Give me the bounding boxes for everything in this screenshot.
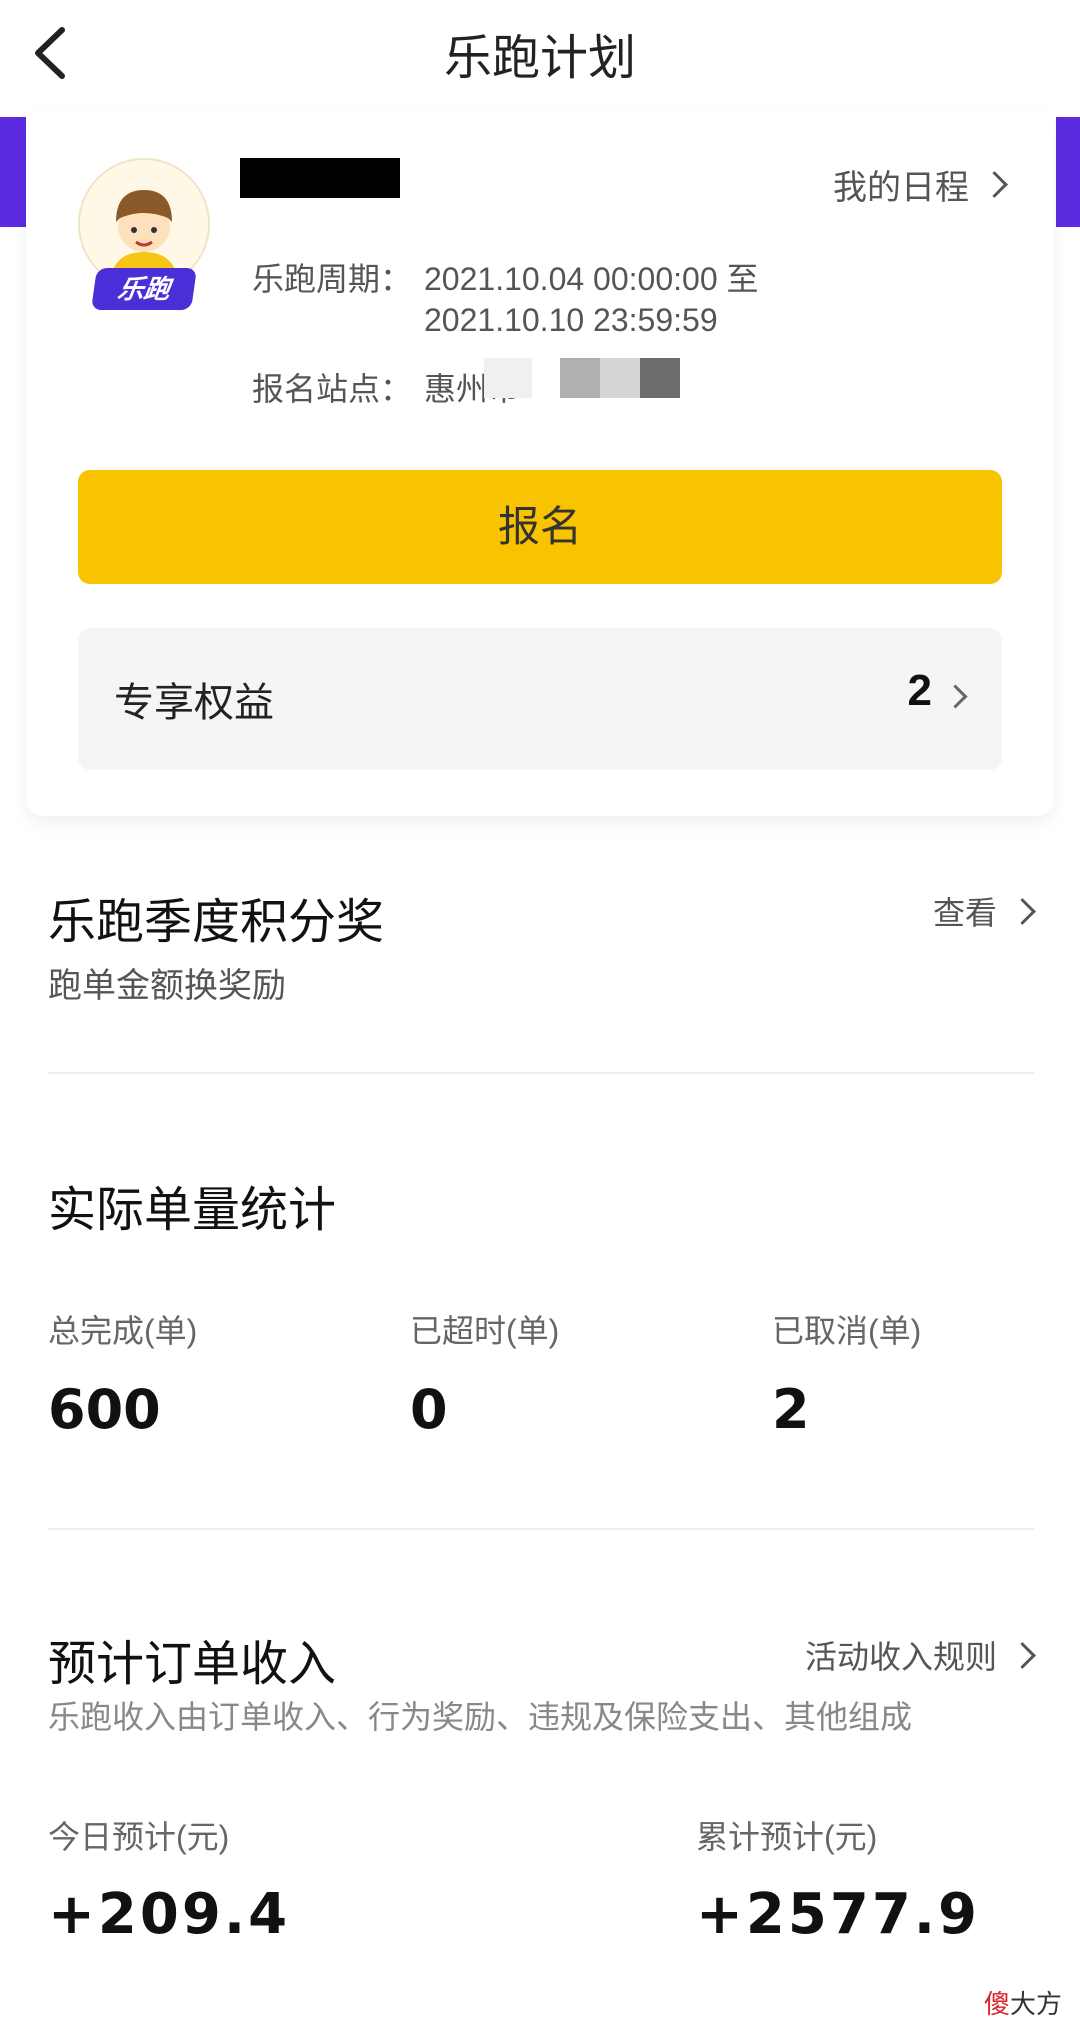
expected-income-title: 预计订单收入	[48, 1638, 337, 1691]
cancelled-label: 已取消(单)	[772, 1313, 922, 1349]
period-label: 乐跑周期：	[252, 261, 413, 297]
chevron-right-icon	[1009, 1641, 1036, 1669]
timeout-value: 0	[410, 1378, 448, 1441]
top-bar: 乐跑计划	[0, 0, 1080, 112]
view-label: 查看	[932, 895, 997, 931]
chevron-right-icon	[981, 171, 1008, 198]
today-estimate-value: +209.4	[48, 1882, 291, 1947]
income-rules-label: 活动收入规则	[804, 1639, 997, 1675]
today-estimate-label: 今日预计(元)	[48, 1819, 230, 1855]
station-label: 报名站点：	[252, 371, 413, 407]
signup-button[interactable]: 报名	[78, 470, 1002, 584]
avatar: 乐跑	[78, 158, 218, 318]
redaction-block	[484, 358, 532, 398]
watermark: 傻大方	[984, 1984, 1062, 2021]
season-reward-subtitle: 跑单金额换奖励	[48, 967, 286, 1005]
benefits-label: 专享权益	[114, 681, 274, 725]
watermark-red-char: 傻	[983, 1989, 1010, 2019]
purple-banner-right	[1056, 117, 1080, 227]
divider	[48, 1528, 1034, 1530]
completed-value: 600	[48, 1378, 161, 1441]
watermark-text: 大方	[1009, 1989, 1062, 2019]
divider	[48, 1072, 1034, 1074]
purple-banner-left	[0, 117, 26, 227]
chevron-right-icon	[943, 684, 968, 709]
redacted-name	[240, 158, 400, 198]
redaction-block	[600, 358, 640, 398]
order-stats-title: 实际单量统计	[48, 1184, 337, 1237]
total-estimate-label: 累计预计(元)	[696, 1819, 878, 1855]
cancelled-value: 2	[772, 1378, 810, 1441]
profile-card: 乐跑 我的日程 乐跑周期： 2021.10.04 00:00:00 至 2021…	[26, 112, 1054, 816]
exclusive-benefits-row[interactable]: 专享权益 2	[78, 628, 1002, 770]
income-subtitle: 乐跑收入由订单收入、行为奖励、违规及保险支出、其他组成	[48, 1699, 913, 1735]
total-estimate-value: +2577.9	[696, 1882, 981, 1947]
season-view-link[interactable]: 查看	[932, 888, 1036, 934]
redaction-block	[560, 358, 600, 398]
my-schedule-link[interactable]: 我的日程	[833, 160, 1008, 209]
page-title: 乐跑计划	[443, 32, 636, 85]
redaction-block	[640, 358, 680, 398]
chevron-right-icon	[1009, 897, 1036, 925]
my-schedule-label: 我的日程	[833, 169, 969, 207]
income-rules-link[interactable]: 活动收入规则	[804, 1632, 1036, 1678]
period-end: 2021.10.10 23:59:59	[424, 302, 718, 338]
timeout-label: 已超时(单)	[410, 1313, 560, 1349]
season-reward-title: 乐跑季度积分奖	[48, 896, 385, 949]
completed-label: 总完成(单)	[48, 1313, 198, 1349]
benefits-count: 2	[907, 666, 932, 715]
lepao-badge: 乐跑	[91, 268, 197, 310]
period-start: 2021.10.04 00:00:00 至	[424, 261, 759, 297]
